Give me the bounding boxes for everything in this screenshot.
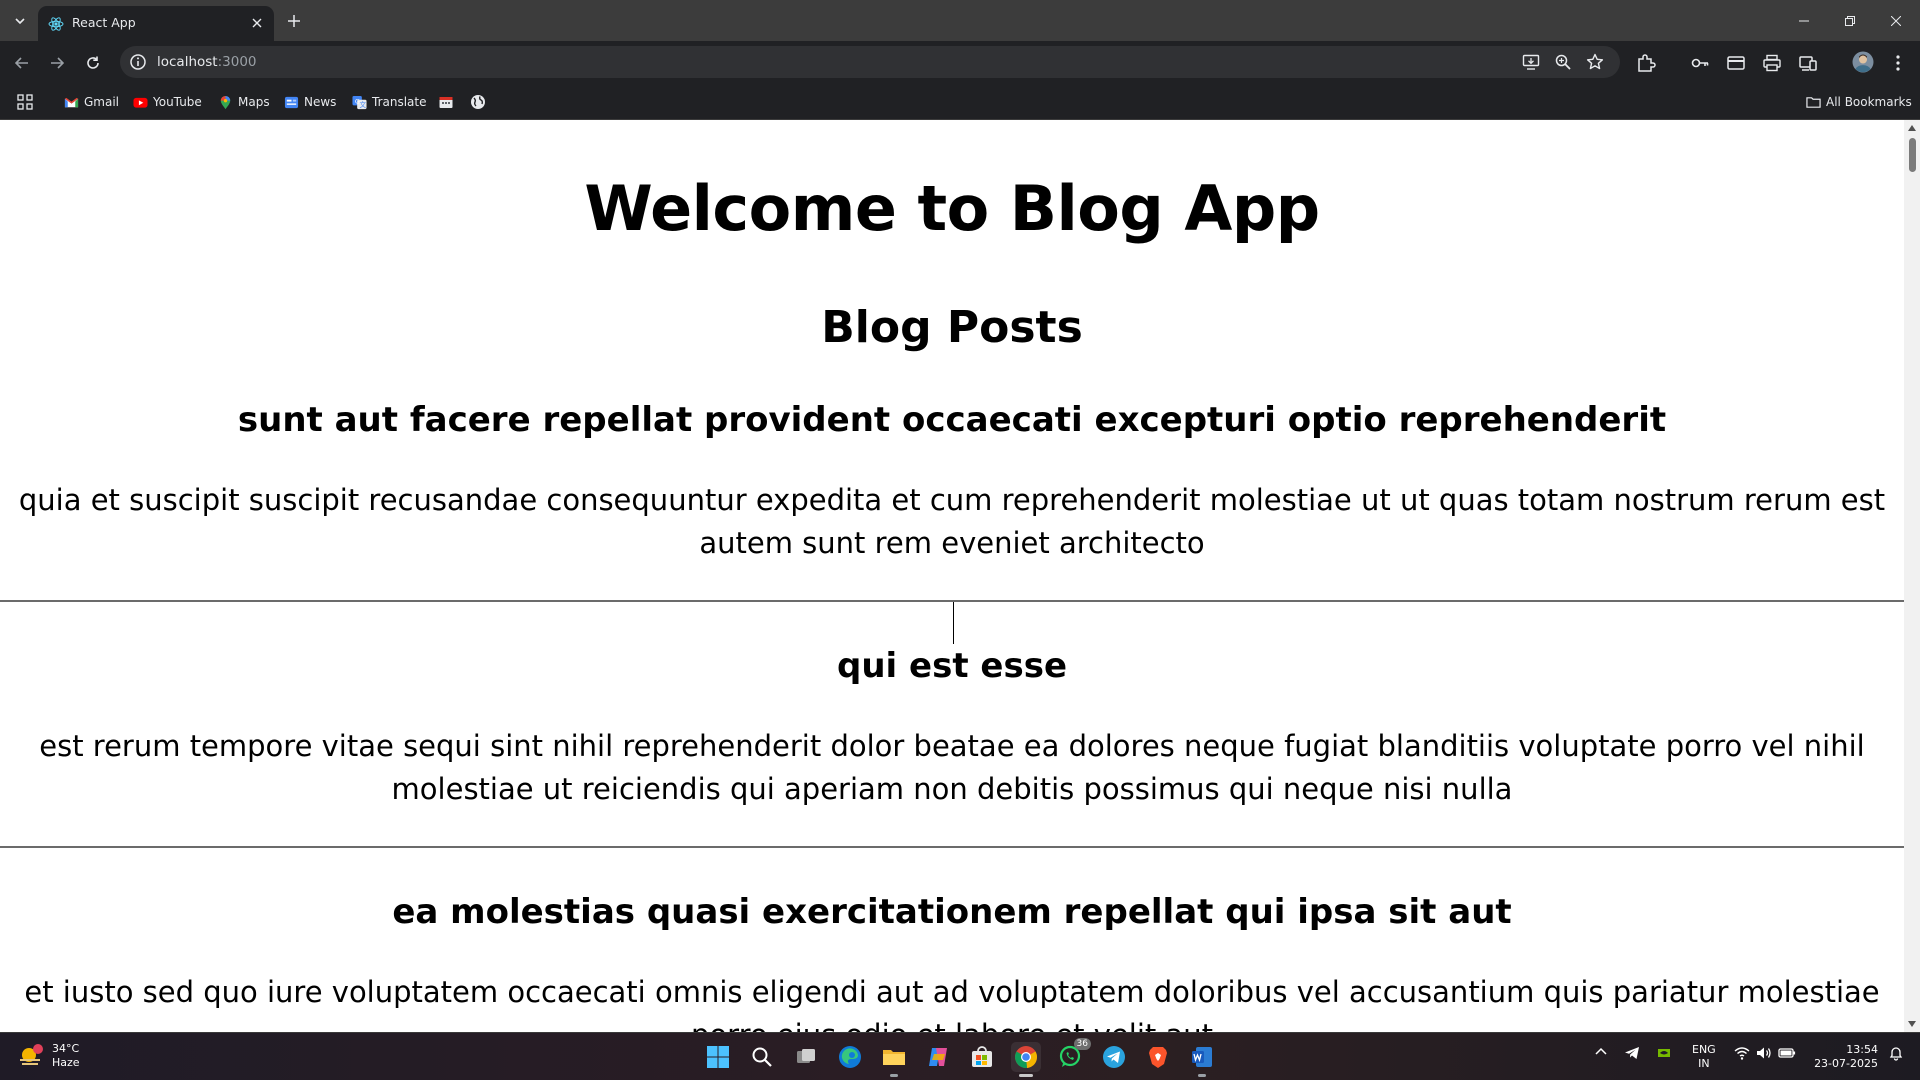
tab-search-chevron-icon[interactable] <box>8 9 32 33</box>
volume-icon[interactable] <box>1756 1045 1772 1061</box>
minimize-icon[interactable] <box>1781 0 1827 41</box>
bookmark-youtube[interactable]: YouTube <box>133 93 202 111</box>
whatsapp-icon[interactable]: 36 <box>1055 1038 1091 1072</box>
show-hidden-icons-chevron-icon[interactable] <box>1594 1045 1608 1059</box>
copilot-icon[interactable] <box>923 1042 953 1072</box>
telegram-icon[interactable] <box>1099 1042 1129 1072</box>
payment-card-icon[interactable] <box>1726 53 1746 73</box>
word-icon[interactable] <box>1187 1042 1217 1077</box>
active-indicator <box>1019 1074 1033 1077</box>
microsoft-store-icon[interactable] <box>967 1042 997 1072</box>
input-language-indicator[interactable]: ENG IN <box>1692 1043 1716 1071</box>
close-window-icon[interactable] <box>1873 0 1919 41</box>
gmail-icon <box>64 97 79 107</box>
maps-pin-icon <box>220 95 231 109</box>
page-title: Welcome to Blog App <box>584 172 1320 245</box>
folder-icon <box>1806 96 1821 108</box>
apps-grid-icon[interactable] <box>17 94 33 110</box>
tab-react-app[interactable]: React App <box>38 6 274 41</box>
reload-icon[interactable] <box>79 49 107 77</box>
profile-avatar-icon[interactable] <box>1852 51 1874 73</box>
install-app-icon[interactable] <box>1522 53 1540 71</box>
page-scrollbar[interactable] <box>1904 120 1920 1032</box>
post-title: sunt aut facere repellat provident occae… <box>237 400 1667 440</box>
post-item: qui est esse est rerum tempore vitae seq… <box>0 644 1904 811</box>
post-divider <box>0 846 1904 848</box>
running-indicator <box>890 1074 898 1077</box>
text-cursor <box>953 602 954 644</box>
haze-weather-icon <box>20 1044 43 1065</box>
bookmarks-bar: Gmail YouTube Maps News G文 Translate All… <box>0 84 1920 120</box>
react-favicon-icon <box>48 17 64 31</box>
password-key-icon[interactable] <box>1690 53 1710 73</box>
system-clock[interactable]: 13:54 23-07-2025 <box>1812 1043 1878 1071</box>
url-text[interactable]: localhost:3000 <box>157 54 257 70</box>
address-bar[interactable]: localhost:3000 <box>120 46 1620 78</box>
globe-bookmark-icon[interactable] <box>470 94 486 110</box>
all-bookmarks-folder[interactable]: All Bookmarks <box>1806 93 1912 111</box>
bookmark-gmail[interactable]: Gmail <box>64 93 119 111</box>
wifi-icon[interactable] <box>1734 1045 1750 1061</box>
svg-text:文: 文 <box>360 100 367 109</box>
scroll-up-arrow-icon[interactable] <box>1908 124 1916 132</box>
post-body: et iusto sed quo iure voluptatem occaeca… <box>24 975 1880 1032</box>
weather-temp: 34°C <box>52 1042 80 1055</box>
windows-taskbar: 34°C Haze 36 ENG IN 13:54 23-07-2025 <box>0 1032 1920 1080</box>
post-item: ea molestias quasi exercitationem repell… <box>0 890 1904 1032</box>
task-view-icon[interactable] <box>791 1042 821 1072</box>
youtube-icon <box>133 97 148 108</box>
weather-widget[interactable]: 34°C Haze <box>16 1041 80 1071</box>
restore-icon[interactable] <box>1827 0 1873 41</box>
running-indicator <box>1198 1074 1206 1077</box>
extensions-puzzle-icon[interactable] <box>1636 53 1656 73</box>
tab-close-icon[interactable] <box>246 12 268 34</box>
post-item: sunt aut facere repellat provident occae… <box>0 398 1904 565</box>
file-explorer-icon[interactable] <box>879 1042 909 1077</box>
bookmark-maps[interactable]: Maps <box>218 93 270 111</box>
page-viewport: Welcome to Blog App Blog Posts sunt aut … <box>0 120 1904 1032</box>
search-icon[interactable] <box>747 1042 777 1072</box>
nvidia-tray-icon[interactable] <box>1656 1045 1672 1061</box>
site-info-icon[interactable] <box>128 52 148 72</box>
google-news-icon <box>284 96 299 108</box>
post-body: quia et suscipit suscipit recusandae con… <box>18 483 1886 560</box>
notifications-bell-icon[interactable] <box>1888 1045 1904 1061</box>
google-translate-icon: G文 <box>352 95 367 109</box>
zoom-icon[interactable] <box>1554 53 1572 71</box>
tab-title: React App <box>72 15 136 30</box>
browser-toolbar: localhost:3000 <box>0 41 1920 84</box>
post-title: ea molestias quasi exercitationem repell… <box>392 892 1512 932</box>
device-mode-icon[interactable] <box>1798 53 1818 73</box>
scrollbar-thumb[interactable] <box>1909 138 1916 172</box>
print-icon[interactable] <box>1762 53 1782 73</box>
post-body: est rerum tempore vitae sequi sint nihil… <box>39 729 1865 806</box>
bookmark-star-icon[interactable] <box>1586 53 1604 71</box>
start-windows-icon[interactable] <box>703 1042 733 1072</box>
tab-strip: React App <box>0 0 1920 41</box>
post-title: qui est esse <box>836 646 1067 686</box>
back-arrow-icon[interactable] <box>8 49 36 77</box>
new-tab-plus-icon[interactable] <box>282 9 306 33</box>
brave-browser-icon[interactable] <box>1143 1042 1173 1072</box>
post-divider <box>0 600 1904 602</box>
battery-icon[interactable] <box>1778 1045 1796 1061</box>
telegram-tray-icon[interactable] <box>1624 1045 1640 1061</box>
weather-desc: Haze <box>52 1056 80 1069</box>
chrome-icon[interactable] <box>1011 1042 1041 1077</box>
posts-heading: Blog Posts <box>821 302 1083 353</box>
calendar-bookmark-icon[interactable] <box>438 94 454 110</box>
edge-browser-icon[interactable] <box>835 1042 865 1072</box>
scroll-down-arrow-icon[interactable] <box>1908 1020 1916 1028</box>
chrome-menu-dots-icon[interactable] <box>1888 53 1908 73</box>
bookmark-news[interactable]: News <box>284 93 336 111</box>
bookmark-translate[interactable]: G文 Translate <box>352 93 427 111</box>
forward-arrow-icon[interactable] <box>43 49 71 77</box>
whatsapp-badge: 36 <box>1073 1038 1091 1050</box>
